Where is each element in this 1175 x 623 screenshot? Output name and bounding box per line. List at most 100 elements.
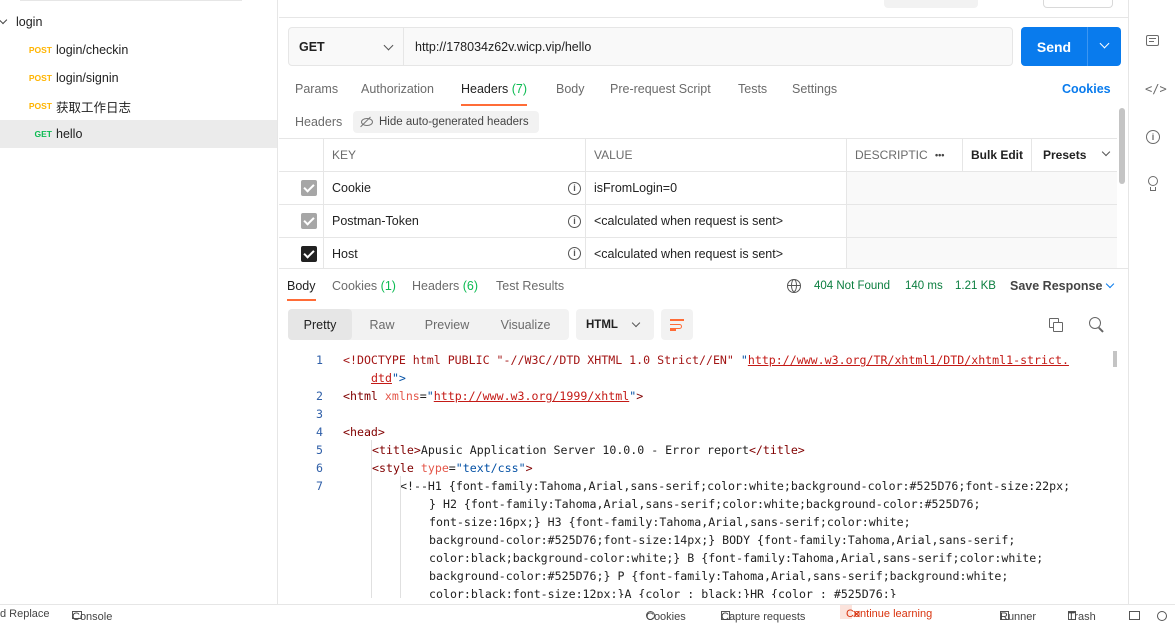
view-visualize[interactable]: Visualize [482,309,569,340]
info-icon[interactable]: i [1145,129,1161,145]
cookies-link[interactable]: Cookies [1062,82,1111,106]
headers-scrollbar[interactable] [1119,108,1125,184]
tab-settings[interactable]: Settings [792,82,837,106]
header-key: Cookie [332,181,371,195]
response-tab-body[interactable]: Body [287,279,316,301]
tab-pre-request-script[interactable]: Pre-request Script [610,82,711,106]
format-select[interactable]: HTML [576,309,654,340]
send-button[interactable]: Send [1021,27,1121,66]
globe-icon[interactable] [787,279,801,293]
view-raw[interactable]: Raw [352,309,412,340]
sidebar-item-login-checkin[interactable]: POST login/checkin [0,36,277,64]
info-icon[interactable]: i [568,214,581,228]
hide-auto-headers-button[interactable]: Hide auto-generated headers [353,111,539,133]
view-pretty[interactable]: Pretty [288,309,352,340]
save-response-button[interactable]: Save Response [1010,279,1102,293]
code-token: " [426,389,434,403]
bulk-edit-button[interactable]: Bulk Edit [971,148,1023,162]
row-checkbox[interactable] [301,245,317,262]
comment-icon[interactable] [1145,34,1161,50]
column-description: DESCRIPTIC ••• Bulk Edit Presets [847,139,1117,172]
tab-tests[interactable]: Tests [738,82,767,106]
status-bar: d Replace Console Cookies Capture reques… [0,604,1175,623]
code-scrollbar[interactable] [1113,351,1117,367]
send-options-button[interactable] [1087,27,1121,66]
header-description-cell[interactable] [847,205,1117,238]
chevron-down-icon [1105,279,1115,289]
header-key-cell[interactable]: Host i [324,238,586,269]
header-key-cell[interactable]: Cookie i [324,172,586,205]
response-tab-cookies[interactable]: Cookies (1) [332,279,396,301]
tab-divider [279,17,1128,18]
header-value-cell[interactable]: <calculated when request is sent> [586,205,847,238]
url-value: http://178034z62v.wicp.vip/hello [415,39,592,54]
find-replace-button[interactable]: d Replace [0,608,50,620]
header-key: Postman-Token [332,214,419,228]
header-key-cell[interactable]: Postman-Token i [324,205,586,238]
header-value-cell[interactable]: isFromLogin=0 [586,172,847,205]
sidebar-item-hello[interactable]: GET hello [0,120,277,148]
row-checkbox[interactable] [301,213,317,229]
toolbar-button[interactable] [1043,0,1113,8]
cookies-count: (1) [380,279,396,293]
eye-off-icon [360,116,373,128]
environment-select[interactable] [884,0,978,8]
wrap-lines-button[interactable] [661,309,693,340]
url-input[interactable]: http://178034z62v.wicp.vip/hello [404,28,1012,65]
response-size[interactable]: 1.21 KB [955,280,996,292]
url-bar: GET http://178034z62v.wicp.vip/hello [288,27,1013,66]
view-preview[interactable]: Preview [412,309,482,340]
code-link[interactable]: http://www.w3.org/TR/xhtml1/DTD/xhtml1-s… [748,353,1069,367]
code-line: <head> [343,425,385,439]
lightbulb-icon[interactable] [1145,176,1161,192]
line-number: 1 [316,353,323,367]
method-select[interactable]: GET [289,28,404,65]
code-snippet-icon[interactable]: </> [1145,81,1167,97]
tab-headers-label: Headers [461,82,509,96]
continue-learning-button[interactable]: Continue learning ✕ [840,605,932,621]
request-editor: GET http://178034z62v.wicp.vip/hello Sen… [279,0,1128,604]
more-icon[interactable]: ••• [935,150,944,160]
status-code[interactable]: 404 Not Found [814,280,890,292]
tab-params[interactable]: Params [295,82,338,106]
code-line: <style type="text/css"> [372,461,533,475]
response-tab-test-results[interactable]: Test Results [496,279,564,301]
code-link[interactable]: dtd [371,371,392,385]
headers-table: KEY VALUE DESCRIPTIC ••• Bulk Edit Prese… [279,138,1117,269]
request-name: 获取工作日志 [56,100,132,115]
code-link[interactable]: http://www.w3.org/1999/xhtml [434,389,629,403]
format-value: HTML [586,318,618,331]
header-value: isFromLogin=0 [594,181,678,195]
search-icon[interactable] [1089,317,1105,333]
folder-login[interactable]: login [0,8,277,36]
chevron-down-icon [383,40,394,51]
response-bar: Body Cookies (1) Headers (6) Test Result… [279,268,1128,304]
header-description-cell[interactable] [847,238,1117,269]
copy-icon[interactable] [1049,318,1063,332]
info-icon[interactable]: i [568,181,581,195]
presets-button[interactable]: Presets [1043,148,1086,162]
sidebar-item-work-log[interactable]: POST 获取工作日志 [0,92,277,120]
code-token: = [419,389,427,403]
tab-body[interactable]: Body [556,82,585,106]
chevron-down-icon [631,318,641,328]
tab-authorization[interactable]: Authorization [361,82,434,106]
tab-headers[interactable]: Headers (7) [461,82,528,106]
header-value: <calculated when request is sent> [594,214,784,228]
code-line: <html xmlns="http://www.w3.org/1999/xhtm… [343,389,643,403]
code-line: background-color:#525D76;} P {font-famil… [429,569,1009,583]
response-body-code[interactable]: 1 <!DOCTYPE html PUBLIC "-//W3C//DTD XHT… [279,350,1117,598]
info-icon[interactable]: i [568,247,581,260]
console-label: Console [72,611,113,623]
header-value-cell[interactable]: <calculated when request is sent> [586,238,847,269]
request-name: login/checkin [56,43,129,57]
header-description-cell[interactable] [847,172,1117,205]
row-checkbox[interactable] [301,180,317,196]
sidebar-item-login-signin[interactable]: POST login/signin [0,64,277,92]
code-token: > [636,389,644,403]
row-checkbox-cell [279,205,324,238]
code-token: = [448,461,456,475]
response-tab-headers[interactable]: Headers (6) [412,279,478,301]
close-icon[interactable]: ✕ [852,608,861,621]
response-time[interactable]: 140 ms [905,280,943,292]
